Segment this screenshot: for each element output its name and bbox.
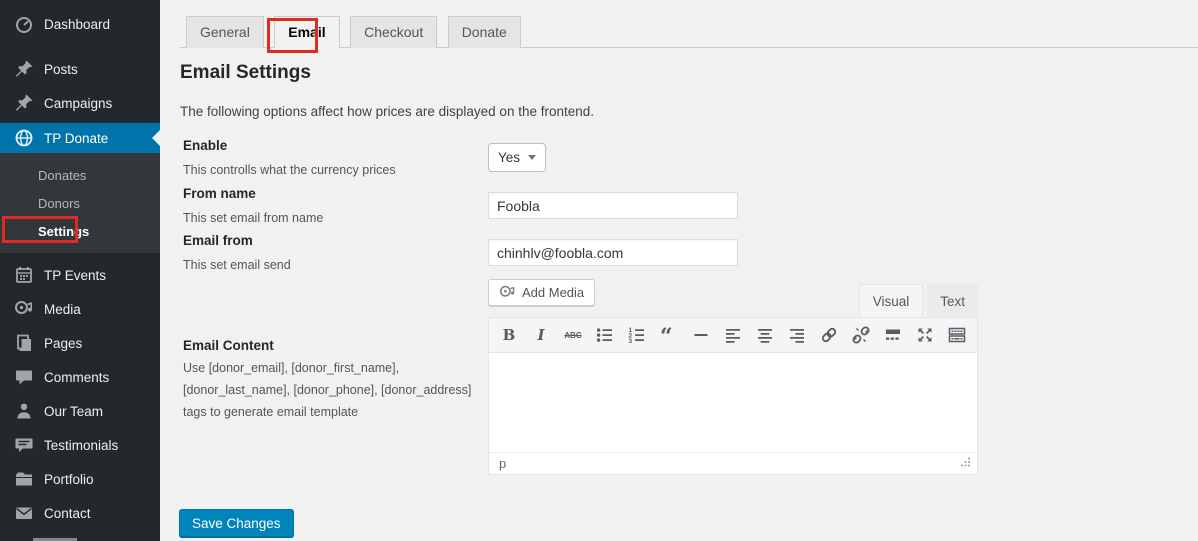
add-media-icon xyxy=(499,284,516,301)
sidebar-item-label: Pages xyxy=(44,335,83,351)
sidebar-item-label: Posts xyxy=(44,61,78,77)
submenu-item-donates[interactable]: Donates xyxy=(0,161,160,189)
calendar-icon xyxy=(14,265,34,285)
portfolio-icon xyxy=(14,469,34,489)
sidebar-item-label: Portfolio xyxy=(44,471,94,487)
tab-donate[interactable]: Donate xyxy=(447,16,521,48)
enable-help: This controlls what the currency prices xyxy=(183,163,396,177)
sidebar-item-portfolio[interactable]: Portfolio xyxy=(0,464,160,494)
enable-select[interactable]: Yes xyxy=(488,143,547,172)
sidebar-item-tp-donate[interactable]: TP Donate xyxy=(0,123,160,153)
sidebar-item-label: TP Events xyxy=(44,267,107,283)
settings-page: General Email Checkout Donate Email Sett… xyxy=(160,0,1198,541)
from-name-input[interactable] xyxy=(488,192,738,219)
editor-content-area[interactable] xyxy=(489,353,977,452)
wordpress-admin-screen: Dashboard Posts Campaigns TP Donate Dona… xyxy=(0,0,1198,541)
blockquote-icon[interactable]: “ xyxy=(657,323,681,347)
tab-general[interactable]: General xyxy=(186,16,264,48)
settings-tab-bar: General Email Checkout Donate xyxy=(180,15,1198,48)
enable-label: Enable xyxy=(183,138,228,153)
editor-toolbar: B I ABC 123 “ xyxy=(489,318,977,353)
sidebar-item-campaigns[interactable]: Campaigns xyxy=(0,88,160,118)
svg-text:“: “ xyxy=(660,325,673,345)
submenu-item-donors[interactable]: Donors xyxy=(0,189,160,217)
sidebar-item-label: Dashboard xyxy=(44,16,111,32)
admin-sidebar: Dashboard Posts Campaigns TP Donate Dona… xyxy=(0,0,160,541)
bold-icon[interactable]: B xyxy=(497,323,521,347)
save-changes-button[interactable]: Save Changes xyxy=(179,509,294,537)
sidebar-item-pages[interactable]: Pages xyxy=(0,328,160,358)
email-content-help: Use [donor_email], [donor_first_name], [… xyxy=(183,361,472,419)
envelope-icon xyxy=(14,503,34,523)
numbered-list-icon[interactable]: 123 xyxy=(625,323,649,347)
from-name-label: From name xyxy=(183,186,256,201)
add-media-label: Add Media xyxy=(522,285,585,300)
enable-select-value: Yes xyxy=(498,150,521,165)
toolbar-toggle-icon[interactable] xyxy=(945,323,969,347)
add-media-button[interactable]: Add Media xyxy=(488,279,596,306)
submenu-item-label: Donates xyxy=(38,167,87,183)
text-tab[interactable]: Text xyxy=(927,284,978,318)
user-icon xyxy=(14,401,34,421)
italic-icon[interactable]: I xyxy=(529,323,553,347)
sidebar-item-dashboard[interactable]: Dashboard xyxy=(0,9,160,39)
submenu-item-label: Settings xyxy=(38,223,90,239)
svg-text:3: 3 xyxy=(629,338,633,345)
editor-status-bar: p xyxy=(489,452,977,474)
pages-icon xyxy=(14,333,34,353)
editor-element-path: p xyxy=(499,456,507,471)
editor-mode-tabs: Visual Text xyxy=(855,284,978,318)
sidebar-item-label: Contact xyxy=(44,505,91,521)
bulleted-list-icon[interactable] xyxy=(593,323,617,347)
tab-checkout[interactable]: Checkout xyxy=(350,16,438,48)
sidebar-item-label: Campaigns xyxy=(44,95,113,111)
align-center-icon[interactable] xyxy=(753,323,777,347)
sidebar-item-label: Media xyxy=(44,301,81,317)
testimonial-icon xyxy=(14,435,34,455)
chevron-down-icon xyxy=(528,155,537,160)
sidebar-item-media[interactable]: Media xyxy=(0,294,160,324)
email-content-label: Email Content xyxy=(183,338,274,353)
dashboard-icon xyxy=(14,14,34,34)
sidebar-item-testimonials[interactable]: Testimonials xyxy=(0,430,160,460)
sidebar-item-comments[interactable]: Comments xyxy=(0,362,160,392)
pin-icon xyxy=(14,59,34,79)
tp-donate-submenu: Donates Donors Settings xyxy=(0,153,160,253)
resize-handle[interactable] xyxy=(959,455,971,473)
email-content-editor: B I ABC 123 “ p xyxy=(488,317,978,475)
horizontal-rule-icon[interactable] xyxy=(689,323,713,347)
more-tag-icon[interactable] xyxy=(881,323,905,347)
from-name-help: This set email from name xyxy=(183,211,324,225)
email-from-input[interactable] xyxy=(488,239,738,266)
submenu-item-settings[interactable]: Settings xyxy=(0,217,160,245)
email-from-help: This set email send xyxy=(183,258,291,272)
comment-icon xyxy=(14,367,34,387)
sidebar-item-our-team[interactable]: Our Team xyxy=(0,396,160,426)
submenu-item-label: Donors xyxy=(38,195,80,211)
sidebar-item-label: Comments xyxy=(44,369,110,385)
link-icon[interactable] xyxy=(817,323,841,347)
align-left-icon[interactable] xyxy=(721,323,745,347)
fullscreen-icon[interactable] xyxy=(913,323,937,347)
email-from-label: Email from xyxy=(183,233,253,248)
unlink-icon[interactable] xyxy=(849,323,873,347)
globe-icon xyxy=(14,128,34,148)
media-icon xyxy=(14,299,34,319)
align-right-icon[interactable] xyxy=(785,323,809,347)
visual-tab[interactable]: Visual xyxy=(858,284,924,318)
sidebar-item-posts[interactable]: Posts xyxy=(0,54,160,84)
page-title: Email Settings xyxy=(180,62,311,83)
sidebar-item-label: Testimonials xyxy=(44,437,119,453)
sidebar-item-label: Our Team xyxy=(44,403,104,419)
strikethrough-icon[interactable]: ABC xyxy=(561,323,585,347)
page-description: The following options affect how prices … xyxy=(180,104,595,119)
sidebar-item-label: TP Donate xyxy=(44,130,109,146)
tab-email[interactable]: Email xyxy=(274,16,340,48)
pin-icon xyxy=(14,93,34,113)
sidebar-item-contact[interactable]: Contact xyxy=(0,498,160,528)
sidebar-item-tp-events[interactable]: TP Events xyxy=(0,260,160,290)
